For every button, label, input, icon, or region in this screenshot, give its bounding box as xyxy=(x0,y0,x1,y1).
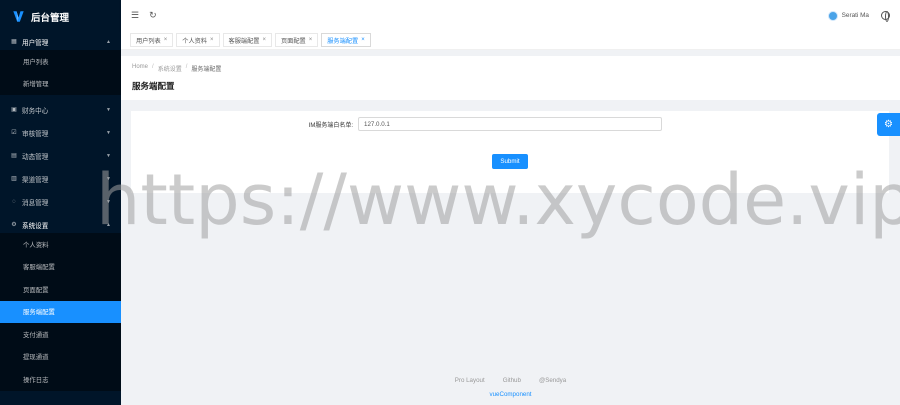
chevron-down-icon: ▼ xyxy=(106,106,111,113)
chevron-up-icon: ▲ xyxy=(106,38,111,45)
footer-link-pro-layout[interactable]: Pro Layout xyxy=(455,377,485,384)
menu-group-audit[interactable]: ☑ 审核管理 ▼ xyxy=(0,124,121,141)
menu-group-finance[interactable]: ▣ 财务中心 ▼ xyxy=(0,101,121,118)
channel-icon: ▥ xyxy=(11,176,17,182)
close-icon[interactable]: × xyxy=(210,37,214,43)
chevron-up-icon: ▲ xyxy=(106,221,111,228)
menu-group-label: 消息管理 xyxy=(22,199,49,207)
breadcrumb-current: 服务端配置 xyxy=(191,67,222,73)
menu-group-activity[interactable]: ▤ 动态管理 ▼ xyxy=(0,147,121,164)
tab-label: 页面配置 xyxy=(280,37,306,45)
config-card: IM服务端白名单: 127.0.0.1 Submit xyxy=(131,111,889,193)
breadcrumb-home[interactable]: Home xyxy=(132,64,148,73)
page-header: Home / 系统设置 / 服务端配置 服务端配置 xyxy=(121,56,900,100)
user-menu[interactable]: Serati Ma xyxy=(827,10,869,21)
footer-link-sendya[interactable]: @Sendya xyxy=(539,377,566,384)
menu-group-channel[interactable]: ▥ 渠道管理 ▼ xyxy=(0,170,121,187)
tab-server-config[interactable]: 服务端配置 × xyxy=(321,33,371,47)
tab-user-list[interactable]: 用户列表 × xyxy=(130,33,174,47)
close-icon[interactable]: × xyxy=(309,37,313,43)
logo[interactable]: 后台管理 xyxy=(0,0,121,33)
menu-fold-icon[interactable]: ☰ xyxy=(131,10,139,21)
breadcrumb-parent[interactable]: 系统设置 xyxy=(158,64,182,73)
close-icon[interactable]: × xyxy=(361,37,365,43)
logo-icon xyxy=(13,11,24,22)
chevron-down-icon: ▼ xyxy=(106,198,111,205)
breadcrumb-separator: / xyxy=(152,64,154,70)
chevron-down-icon: ▼ xyxy=(106,129,111,136)
tab-label: 服务端配置 xyxy=(327,37,359,45)
menu-group-messages[interactable]: ◌ 消息管理 ▼ xyxy=(0,193,121,210)
finance-icon: ▣ xyxy=(11,107,17,113)
submenu-users: 用户列表 新增管理 xyxy=(0,50,121,95)
tab-bar: 用户列表 × 个人资料 × 客服端配置 × 页面配置 × 服务端配置 × xyxy=(121,31,900,50)
message-icon: ◌ xyxy=(12,198,16,205)
footer-copyright[interactable]: vueComponent xyxy=(121,391,900,398)
submit-button[interactable]: Submit xyxy=(492,154,528,169)
tab-label: 客服端配置 xyxy=(228,37,260,45)
settings-drawer-button[interactable]: ⚙ xyxy=(877,113,900,136)
sidebar-item-user-list[interactable]: 用户列表 xyxy=(0,50,121,73)
sidebar-item-page-config[interactable]: 页面配置 xyxy=(0,278,121,301)
refresh-icon[interactable]: ↻ xyxy=(149,10,157,21)
menu-group-label: 渠道管理 xyxy=(22,176,49,184)
sidebar-item-withdraw-channel[interactable]: 提现通道 xyxy=(0,346,121,369)
avatar xyxy=(827,10,838,21)
menu-group-label: 审核管理 xyxy=(22,130,49,138)
activity-icon: ▤ xyxy=(11,153,17,159)
tab-label: 用户列表 xyxy=(136,37,161,45)
table-icon: ▦ xyxy=(11,39,17,45)
close-icon[interactable]: × xyxy=(164,37,168,43)
close-icon[interactable]: × xyxy=(262,37,266,43)
chevron-down-icon: ▼ xyxy=(106,152,111,159)
chevron-down-icon: ▼ xyxy=(106,175,111,182)
gear-icon: ⚙ xyxy=(884,119,893,130)
tab-client-config[interactable]: 客服端配置 × xyxy=(222,33,272,47)
footer-links: Pro Layout Github @Sendya xyxy=(121,377,900,384)
menu-group-label: 动态管理 xyxy=(22,153,49,161)
app-title: 后台管理 xyxy=(31,12,70,24)
menu-group-system-settings[interactable]: ⚙ 系统设置 ▲ xyxy=(0,216,121,233)
globe-icon[interactable] xyxy=(881,11,890,22)
whitelist-input[interactable]: 127.0.0.1 xyxy=(358,117,662,131)
footer-link-github[interactable]: Github xyxy=(503,377,521,384)
sidebar-item-client-config[interactable]: 客服端配置 xyxy=(0,256,121,279)
top-header: ☰ ↻ Serati Ma xyxy=(121,0,900,31)
breadcrumb: Home / 系统设置 / 服务端配置 xyxy=(132,64,889,73)
tab-label: 个人资料 xyxy=(182,37,208,45)
submenu-system-settings: 个人资料 客服端配置 页面配置 服务端配置 支付通道 提现通道 操作日志 xyxy=(0,233,121,391)
user-name: Serati Ma xyxy=(841,12,869,19)
sidebar-item-payment-channel[interactable]: 支付通道 xyxy=(0,323,121,346)
sidebar-item-add-admin[interactable]: 新增管理 xyxy=(0,73,121,96)
audit-icon: ☑ xyxy=(11,130,17,136)
page-title: 服务端配置 xyxy=(132,82,175,92)
tab-profile[interactable]: 个人资料 × xyxy=(176,33,220,47)
footer: Pro Layout Github @Sendya vueComponent xyxy=(121,377,900,398)
menu-group-users[interactable]: ▦ 用户管理 ▲ xyxy=(0,33,121,50)
sidebar-item-operation-log[interactable]: 操作日志 xyxy=(0,368,121,391)
gear-icon: ⚙ xyxy=(11,222,17,228)
sidebar: 后台管理 ▦ 用户管理 ▲ 用户列表 新增管理 ▣ 财务中心 ▼ ☑ 审核管理 … xyxy=(0,0,121,405)
tab-page-config[interactable]: 页面配置 × xyxy=(274,33,319,47)
menu-group-label: 用户管理 xyxy=(22,39,49,47)
menu-group-label: 财务中心 xyxy=(22,107,49,115)
whitelist-label: IM服务端白名单: xyxy=(308,122,353,129)
sidebar-item-profile[interactable]: 个人资料 xyxy=(0,233,121,256)
sidebar-item-server-config[interactable]: 服务端配置 xyxy=(0,300,121,323)
menu-group-label: 系统设置 xyxy=(22,222,49,230)
breadcrumb-separator: / xyxy=(185,64,188,70)
